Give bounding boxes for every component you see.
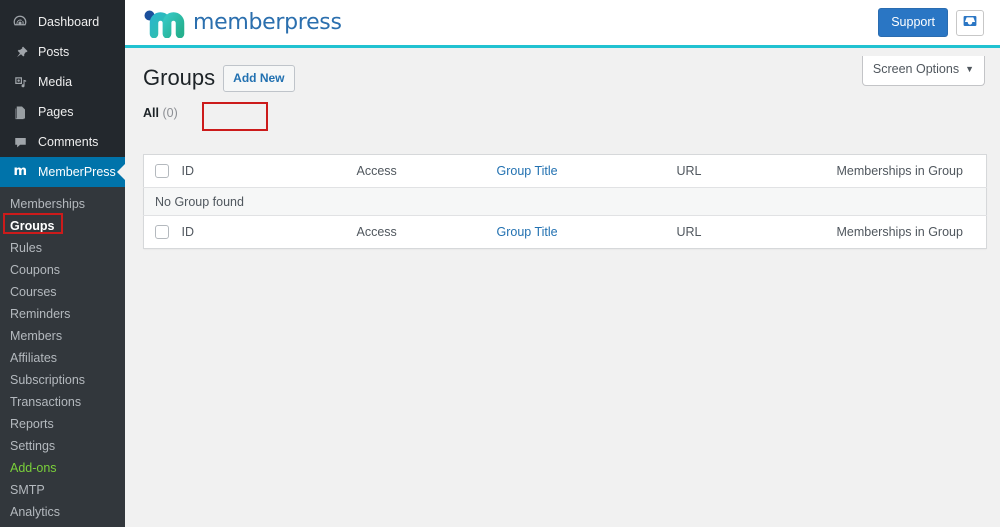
empty-state-row: No Group found xyxy=(143,187,987,216)
table-footer-row: ID Access Group Title URL Memberships in… xyxy=(143,215,987,249)
support-button[interactable]: Support xyxy=(878,8,948,37)
submenu-item-coupons[interactable]: Coupons xyxy=(0,259,125,281)
submenu-item-courses[interactable]: Courses xyxy=(0,281,125,303)
submenu-item-rules[interactable]: Rules xyxy=(0,237,125,259)
comments-icon xyxy=(10,132,30,152)
select-all-checkbox[interactable] xyxy=(155,164,169,179)
filter-all-count: (0) xyxy=(162,106,178,120)
submenu-item-addons[interactable]: Add-ons xyxy=(0,457,125,479)
submenu-item-smtp[interactable]: SMTP xyxy=(0,479,125,501)
column-header-id[interactable]: ID xyxy=(181,154,357,188)
sidebar-item-media[interactable]: Media xyxy=(0,67,125,97)
table-header-row: ID Access Group Title URL Memberships in… xyxy=(143,154,987,188)
submenu-item-transactions[interactable]: Transactions xyxy=(0,391,125,413)
sidebar-item-pages[interactable]: Pages xyxy=(0,97,125,127)
screen-options-button[interactable]: Screen Options ▼ xyxy=(861,56,985,86)
column-footer-group-title-link[interactable]: Group Title xyxy=(497,225,558,239)
sidebar-item-label: MemberPress xyxy=(38,165,116,179)
submenu-item-groups[interactable]: Groups xyxy=(0,215,125,237)
submenu-item-settings[interactable]: Settings xyxy=(0,435,125,457)
page-title-row: Groups Add New xyxy=(143,62,985,94)
media-icon xyxy=(10,72,30,92)
submenu-item-reports[interactable]: Reports xyxy=(0,413,125,435)
memberpress-icon-glyph: m xyxy=(13,164,27,179)
sidebar-main-menu: Dashboard Posts Media Pages Comments m M… xyxy=(0,0,125,187)
table-body: No Group found xyxy=(143,187,987,216)
memberpress-brand: memberpress xyxy=(143,8,342,38)
submenu-item-members[interactable]: Members xyxy=(0,325,125,347)
column-header-memberships[interactable]: Memberships in Group xyxy=(836,154,987,188)
memberpress-submenu: Memberships Groups Rules Coupons Courses… xyxy=(0,187,125,527)
sidebar-item-label: Comments xyxy=(38,135,99,149)
sidebar-item-label: Media xyxy=(38,75,73,89)
wordpress-admin-screen: Dashboard Posts Media Pages Comments m M… xyxy=(0,0,1000,527)
column-footer-access[interactable]: Access xyxy=(356,215,497,249)
page-title: Groups xyxy=(143,64,216,90)
column-footer-url[interactable]: URL xyxy=(676,215,837,249)
sidebar-item-label: Posts xyxy=(38,45,70,59)
column-footer-id[interactable]: ID xyxy=(181,215,357,249)
pin-icon xyxy=(10,42,30,62)
screen-options-label: Screen Options xyxy=(872,62,960,76)
memberpress-logo-icon xyxy=(143,8,185,38)
column-footer-group-title[interactable]: Group Title xyxy=(496,215,677,249)
submenu-item-reminders[interactable]: Reminders xyxy=(0,303,125,325)
sidebar-item-label: Dashboard xyxy=(38,15,100,29)
list-filter-links: All (0) xyxy=(143,106,985,120)
submenu-item-affiliates[interactable]: Affiliates xyxy=(0,347,125,369)
sidebar-item-memberpress[interactable]: m MemberPress xyxy=(0,157,125,187)
sidebar-item-dashboard[interactable]: Dashboard xyxy=(0,7,125,37)
filter-all-link[interactable]: All xyxy=(143,106,159,120)
inbox-icon xyxy=(962,14,978,31)
table-foot: ID Access Group Title URL Memberships in… xyxy=(143,215,987,249)
sidebar-item-label: Pages xyxy=(38,105,74,119)
inbox-button[interactable] xyxy=(956,9,984,36)
empty-state-message: No Group found xyxy=(143,187,987,216)
table-head: ID Access Group Title URL Memberships in… xyxy=(143,154,987,188)
submenu-item-subscriptions[interactable]: Subscriptions xyxy=(0,369,125,391)
column-footer-memberships[interactable]: Memberships in Group xyxy=(836,215,987,249)
pages-icon xyxy=(10,102,30,122)
column-header-group-title-link[interactable]: Group Title xyxy=(497,164,558,178)
add-new-button[interactable]: Add New xyxy=(223,64,295,92)
groups-table: ID Access Group Title URL Memberships in… xyxy=(143,154,987,249)
column-header-access[interactable]: Access xyxy=(356,154,497,188)
header-actions: Support xyxy=(878,8,984,37)
submenu-item-analytics[interactable]: Analytics xyxy=(0,501,125,523)
memberpress-header-bar: memberpress Support xyxy=(125,0,1000,48)
column-header-group-title[interactable]: Group Title xyxy=(496,154,677,188)
admin-main-area: memberpress Support Screen Options ▼ Gro… xyxy=(125,0,1000,527)
submenu-item-memberships[interactable]: Memberships xyxy=(0,193,125,215)
sidebar-item-comments[interactable]: Comments xyxy=(0,127,125,157)
select-all-header xyxy=(143,154,182,188)
column-header-url[interactable]: URL xyxy=(676,154,837,188)
brand-wordmark: memberpress xyxy=(193,10,342,35)
screen-options-wrap: Screen Options ▼ xyxy=(861,56,985,86)
admin-sidebar: Dashboard Posts Media Pages Comments m M… xyxy=(0,0,125,527)
select-all-footer-header xyxy=(143,215,182,249)
select-all-checkbox-footer[interactable] xyxy=(155,225,169,240)
chevron-down-icon: ▼ xyxy=(965,64,974,75)
memberpress-icon: m xyxy=(10,162,30,182)
dashboard-icon xyxy=(10,12,30,32)
sidebar-item-posts[interactable]: Posts xyxy=(0,37,125,67)
